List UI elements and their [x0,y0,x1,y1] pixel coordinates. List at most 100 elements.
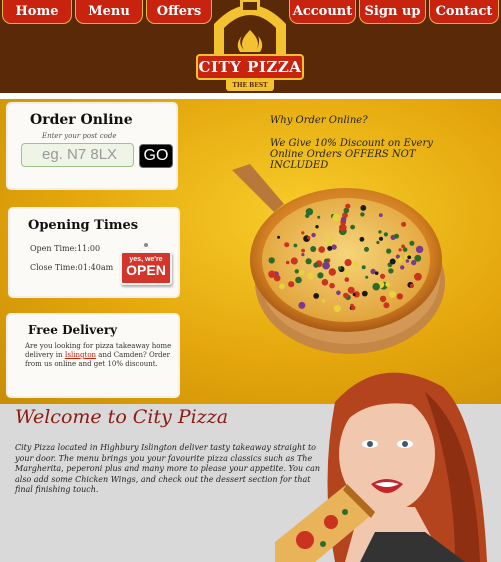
pizza-topping [331,244,337,250]
pizza-topping [361,265,366,270]
free-delivery-title: Free Delivery [28,323,118,337]
postcode-input[interactable]: eg. N7 8LX [21,143,134,167]
pizza-topping [405,259,410,263]
pizza-topping [364,246,369,252]
pizza-topping [385,282,391,287]
postcode-placeholder: eg. N7 8LX [42,146,118,163]
pizza-topping [313,262,319,268]
pizza-topping [327,241,332,246]
pizza-topping [343,292,349,299]
pizza-topping [298,270,305,276]
city-pizza-logo[interactable]: CITY PIZZA THE BEST [196,0,304,92]
pizza-topping [284,242,290,248]
pizza-topping [372,282,380,291]
welcome-title: Welcome to City Pizza [15,406,229,428]
postcode-hint: Enter your post code [42,132,117,140]
pizza-topping [350,224,355,230]
pizza-topping [279,283,285,290]
pizza-topping [401,244,405,249]
pizza-topping [301,253,305,257]
pizza-topping [389,258,396,265]
pizza-topping [293,243,298,248]
pizza-topping [359,236,365,242]
pizza-topping [360,205,367,211]
pizza-topping [322,261,330,270]
pizza-topping [328,268,336,276]
nav-contact-button[interactable]: Contact [429,0,499,24]
pizza-topping [344,277,350,282]
pizza-topping [415,245,424,254]
why-order-heading: Why Order Online? [270,115,368,126]
pizza-topping [336,290,341,296]
pizza-topping [295,276,302,284]
free-delivery-panel: Free Delivery Are you looking for pizza … [8,315,178,396]
order-online-title: Order Online [30,112,133,128]
pizza-topping [321,279,329,286]
pizza-topping [378,213,383,217]
pizza-topping [376,240,380,245]
pizza-topping [311,232,316,238]
pizza-topping [318,246,325,253]
pizza-topping [396,293,403,300]
pizza-topping [315,225,319,229]
pizza-topping [386,248,392,254]
pizza-topping [344,270,350,275]
pizza-topping [327,245,333,251]
pizza-topping [307,272,315,280]
pizza-topping [379,295,387,303]
go-button[interactable]: GO [139,144,173,168]
pizza-topping [317,215,321,219]
pizza-topping [321,299,326,303]
pizza-topping [324,231,329,236]
sign-big-text: OPEN [126,262,166,278]
pizza-topping [338,266,342,270]
nav-menu-button[interactable]: Menu [75,0,143,24]
pizza-topping [301,248,305,253]
pizza-topping [378,236,384,241]
pizza-topping [288,281,295,288]
pizza-topping [407,255,412,260]
pizza-topping [397,257,403,263]
order-online-panel: Order Online Enter your post code eg. N7… [8,104,176,188]
pizza-topping [409,240,415,246]
pizza-topping [301,231,305,235]
logo-wordmark: CITY PIZZA [196,54,304,80]
pizza-topping [332,213,341,222]
pizza-topping [365,275,369,279]
pizza-topping [298,301,306,309]
opening-times-title: Opening Times [28,218,139,233]
open-sign: yes, we're OPEN [120,243,172,285]
pizza-topping [345,203,351,209]
pizza-topping [294,269,299,274]
pizza-topping [398,248,402,252]
pizza-topping [340,216,347,223]
open-time: Open Time:11:00 [30,244,101,253]
pizza-topping [347,286,355,294]
logo-tagline: THE BEST [226,80,274,91]
close-time: Close Time:01:40am [30,263,114,272]
pizza-topping [378,230,382,234]
divider [0,93,501,99]
islington-link[interactable]: Islington [65,351,96,359]
pizza-topping [380,273,386,279]
pizza-topping [277,235,281,239]
pizza-topping [400,265,405,270]
nav-signup-button[interactable]: Sign up [359,0,426,24]
pizza-topping [285,260,290,265]
pizza-topping [305,208,314,216]
pizza-topping [307,236,311,240]
oven-flame-icon [214,0,286,56]
pizza-topping [388,268,394,274]
pizza-topping [329,282,335,289]
pizza-topping [388,290,396,298]
nav-home-button[interactable]: Home [2,0,72,24]
pizza-topping [350,305,356,311]
pizza-topping [273,274,281,282]
pizza-topping [414,272,422,281]
free-delivery-text: Are you looking for pizza takeaway home … [25,342,172,368]
pizza-topping [290,257,298,265]
pizza-topping [414,254,422,262]
pizza-topping [360,212,365,217]
pizza-topping [409,283,414,288]
pizza-topping [313,293,320,299]
